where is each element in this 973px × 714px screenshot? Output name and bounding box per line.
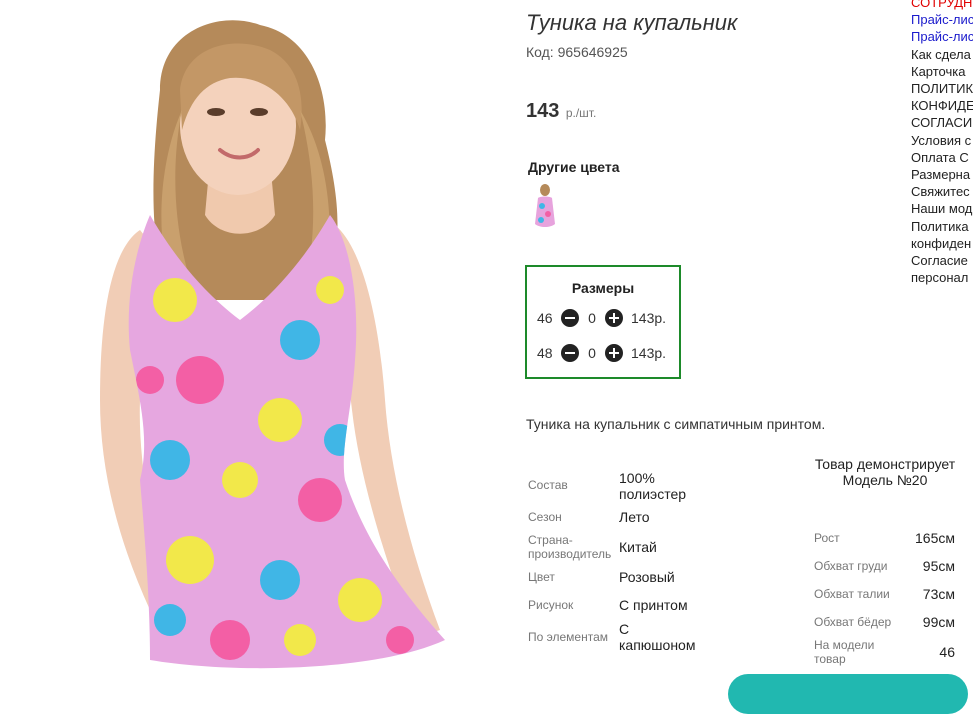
side-menu-item[interactable]: Наши мод (911, 200, 973, 217)
side-menu-item[interactable]: Как сдела (911, 46, 973, 63)
sizes-panel: Размеры 46 0 143р. 48 0 143р. (525, 265, 681, 379)
spec-label: Цвет (528, 570, 555, 584)
spec-label: Рисунок (528, 598, 574, 612)
product-photo[interactable] (0, 0, 510, 683)
side-menu-item[interactable]: СОГЛАСИ (911, 114, 973, 131)
spec-value: С принтом (619, 597, 688, 613)
side-menu-item[interactable]: Прайс-лис (911, 28, 973, 45)
price-value: 143 (526, 100, 560, 122)
spec-label: Страна-производитель (528, 533, 612, 561)
spec-value: Китай (619, 539, 657, 555)
side-menu-item[interactable]: СОТРУДН (911, 0, 973, 11)
spec-label: Сезон (528, 510, 562, 524)
side-menu-item[interactable]: Свяжитес (911, 183, 973, 200)
side-menu-item[interactable]: Политика (911, 218, 973, 235)
model-measure-value: 165см (915, 530, 955, 546)
product-code: Код: 965646925 (526, 44, 628, 60)
color-variant-image (535, 184, 555, 227)
size-value: 46 (537, 310, 553, 326)
side-menu-item[interactable]: Размерна (911, 166, 973, 183)
model-measure-value: 95см (922, 558, 955, 574)
size-price: 143р. (631, 310, 667, 326)
other-colors-heading: Другие цвета (528, 159, 620, 175)
size-price: 143р. (631, 345, 667, 361)
model-measure-label: Обхват талии (814, 587, 890, 601)
side-menu-item[interactable]: Оплата С (911, 149, 973, 166)
model-heading: Товар демонстрирует Модель №20 (814, 456, 956, 488)
decrease-quantity-button[interactable] (561, 344, 579, 362)
model-measure-label: Рост (814, 531, 840, 545)
increase-quantity-button[interactable] (605, 309, 623, 327)
model-measure-value: 99см (922, 614, 955, 630)
product-photo-illustration (100, 20, 446, 669)
spec-label: По элементам (528, 630, 609, 644)
side-menu-item[interactable]: ПОЛИТИКА (911, 80, 973, 97)
side-menu-item[interactable]: конфиден (911, 235, 973, 252)
size-row: 46 0 143р. (537, 307, 666, 329)
spec-value: Лето (619, 509, 650, 525)
product-price: 143 р./шт. (526, 100, 596, 123)
side-menu-item[interactable]: Согласие (911, 252, 973, 269)
model-measure-value: 73см (922, 586, 955, 602)
side-menu-item[interactable]: Прайс-лис (911, 11, 973, 28)
quantity-value[interactable]: 0 (579, 345, 605, 361)
spec-value: С капюшоном (619, 621, 696, 653)
model-measure-label: На модели товар (814, 638, 875, 666)
decrease-quantity-button[interactable] (561, 309, 579, 327)
spec-value: 100% полиэстер (619, 470, 687, 502)
model-measure-label: Обхват груди (814, 559, 888, 573)
chat-widget-button[interactable] (728, 674, 968, 714)
increase-quantity-button[interactable] (605, 344, 623, 362)
side-menu-item[interactable]: Условия с (911, 132, 973, 149)
side-menu: СОТРУДН Прайс-лис Прайс-лис Как сдела Ка… (911, 0, 973, 286)
side-menu-item[interactable]: КОНФИДЕ (911, 97, 973, 114)
price-unit: р./шт. (565, 106, 597, 120)
spec-label: Состав (528, 478, 568, 492)
side-menu-item[interactable]: Карточка (911, 63, 973, 80)
quantity-value[interactable]: 0 (579, 310, 605, 326)
color-variant-thumbnail[interactable] (530, 184, 560, 230)
product-description: Туника на купальник с симпатичным принто… (526, 416, 826, 432)
size-value: 48 (537, 345, 553, 361)
side-menu-item[interactable]: персонал (911, 269, 973, 286)
model-measure-value: 46 (939, 644, 955, 660)
sizes-heading: Размеры (571, 280, 635, 296)
product-title: Туника на купальник (526, 10, 738, 35)
spec-value: Розовый (619, 569, 675, 585)
model-measure-label: Обхват бёдер (814, 615, 892, 629)
size-row: 48 0 143р. (537, 342, 666, 364)
